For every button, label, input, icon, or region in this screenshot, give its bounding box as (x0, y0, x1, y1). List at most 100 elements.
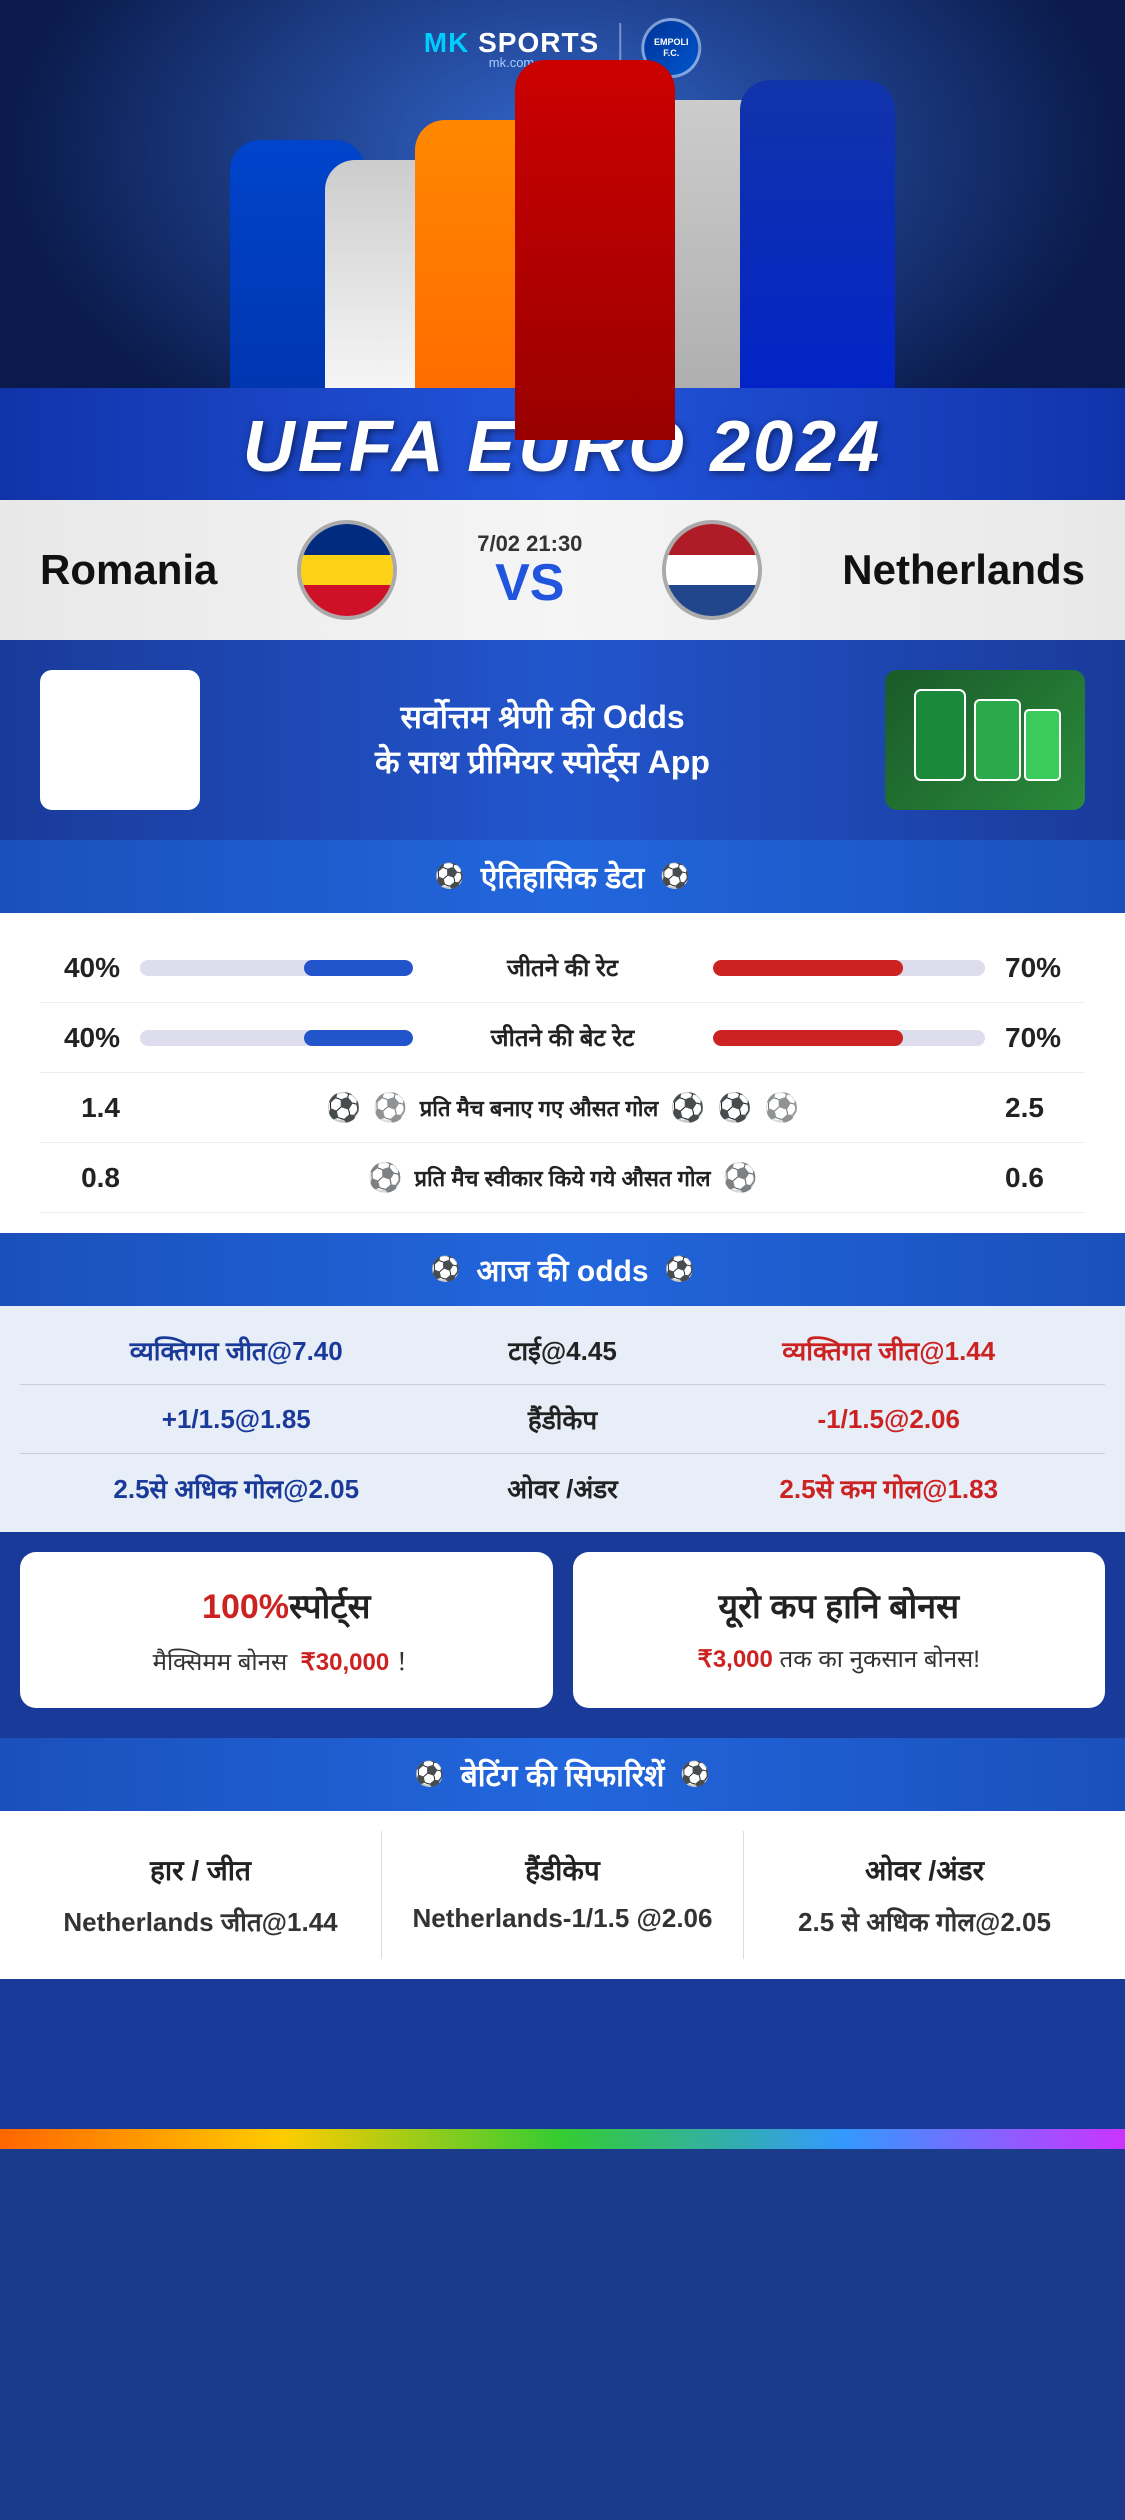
ball-icon-1: ⚽ (326, 1091, 361, 1124)
odds-over-row: 2.5से अधिक गोल@2.05 ओवर /अंडर 2.5से कम ग… (20, 1454, 1105, 1522)
bonus-2-amount: ₹3,000 (698, 1646, 773, 1673)
win-rate-label: जीतने की रेट (433, 951, 693, 984)
soccer-icon-right: ⚽ (660, 862, 690, 891)
concede-ball-icon-2: ⚽ (723, 1161, 758, 1194)
avg-concede-left-val: 0.8 (40, 1162, 120, 1194)
avg-goals-row: 1.4 ⚽ ⚽ प्रति मैच बनाए गए औसत गोल ⚽ ⚽ ⚽ … (40, 1073, 1085, 1143)
mk-logo-text: MK SPORTS (424, 27, 599, 59)
netherlands-stripe-1 (666, 524, 758, 555)
app-promo-section: सर्वोत्तम श्रेणी की Odds के साथ प्रीमियर… (0, 640, 1125, 840)
odds-header: ⚽ आज की odds ⚽ (0, 1233, 1125, 1306)
ball-icon-5: ⚽ (764, 1091, 799, 1124)
promo-text-line2: के साथ प्रीमियर स्पोर्ट्स (375, 744, 639, 780)
win-rate-bar-left-fill (304, 960, 413, 976)
odds-over-right[interactable]: 2.5से कम गोल@1.83 (673, 1470, 1106, 1506)
bet-rate-bar-right-fill (713, 1030, 904, 1046)
team-right-name: Netherlands (842, 546, 1085, 594)
hero-section: MK SPORTS mk.com EMPOLIF.C. UEFA EURO 20… (0, 0, 1125, 500)
app-promo-logo-box (40, 670, 200, 810)
rec-card-1: हार / जीत Netherlands जीत@1.44 (20, 1831, 382, 1959)
promo-text-line1: सर्वोत्तम श्रेणी की (400, 699, 594, 735)
odds-win-row: व्यक्तिगत जीत@7.40 टाई@4.45 व्यक्तिगत जी… (20, 1316, 1105, 1385)
romania-stripe-2 (301, 555, 393, 586)
win-rate-row: 40% जीतने की रेट 70% (40, 933, 1085, 1003)
app-screens-preview (885, 670, 1085, 810)
stats-section: 40% जीतने की रेट 70% 40% जीतने की बेट रे… (0, 913, 1125, 1233)
bonus-1-title: 100%स्पोर्ट्स (40, 1582, 533, 1628)
rec-grid: हार / जीत Netherlands जीत@1.44 हैंडीकेप … (0, 1811, 1125, 1979)
vs-text: VS (477, 557, 582, 609)
rec-card-1-title: हार / जीत (30, 1851, 371, 1889)
bet-rate-row: 40% जीतने की बेट रेट 70% (40, 1003, 1085, 1073)
historical-header: ⚽ ऐतिहासिक डेटा ⚽ (0, 840, 1125, 913)
rec-icon-right: ⚽ (680, 1760, 710, 1789)
bonus-1-amount: ₹30,000 (301, 1649, 390, 1676)
romania-stripe-3 (301, 585, 393, 616)
win-rate-bar-left (140, 960, 413, 976)
avg-concede-right-val: 0.6 (1005, 1162, 1085, 1194)
promo-app-bold: App (648, 744, 710, 780)
bonus-2-title: यूरो कप हानि बोनस (593, 1582, 1086, 1628)
avg-concede-center: ⚽ प्रति मैच स्वीकार किये गये औसत गोल ⚽ (130, 1161, 995, 1194)
historical-title: ऐतिहासिक डेटा (481, 856, 645, 897)
bet-rate-right-val: 70% (1005, 1022, 1085, 1054)
rec-card-2-title: हैंडीकेप (392, 1851, 733, 1889)
bonus-section: 100%स्पोर्ट्स मैक्सिमम बोनस ₹30,000 ！ यू… (0, 1532, 1125, 1738)
avg-concede-row: 0.8 ⚽ प्रति मैच स्वीकार किये गये औसत गोल… (40, 1143, 1085, 1213)
odds-icon-left: ⚽ (431, 1255, 461, 1284)
avg-goals-center: ⚽ ⚽ प्रति मैच बनाए गए औसत गोल ⚽ ⚽ ⚽ (130, 1091, 995, 1124)
odds-over-center: ओवर /अंडर (453, 1470, 673, 1506)
rec-icon-left: ⚽ (415, 1760, 445, 1789)
odds-win-center: टाई@4.45 (453, 1332, 673, 1368)
romania-flag (297, 520, 397, 620)
win-rate-right-val: 70% (1005, 952, 1085, 984)
ball-icon-3: ⚽ (670, 1091, 705, 1124)
netherlands-stripe-2 (666, 555, 758, 586)
bet-rate-bar-left (140, 1030, 413, 1046)
win-rate-left-val: 40% (40, 952, 120, 984)
hero-players (0, 60, 1125, 440)
win-rate-bar-right-fill (713, 960, 904, 976)
rec-card-2-value: Netherlands-1/1.5 @2.06 (392, 1903, 733, 1934)
soccer-icon-left: ⚽ (435, 862, 465, 891)
odds-win-left[interactable]: व्यक्तिगत जीत@7.40 (20, 1332, 453, 1368)
rec-card-3-value: 2.5 से अधिक गोल@2.05 (754, 1903, 1095, 1939)
odds-handicap-left[interactable]: +1/1.5@1.85 (20, 1404, 453, 1435)
romania-stripe-1 (301, 524, 393, 555)
odds-handicap-right[interactable]: -1/1.5@2.06 (673, 1404, 1106, 1435)
bet-rate-label: जीतने की बेट रेट (433, 1021, 693, 1054)
bonus-2-desc: ₹3,000 तक का नुकसान बोनस! (593, 1642, 1086, 1675)
player-3 (515, 60, 675, 440)
bonus-1-desc: मैक्सिमम बोनस ₹30,000 ！ (40, 1642, 533, 1678)
rec-card-2: हैंडीकेप Netherlands-1/1.5 @2.06 (382, 1831, 744, 1959)
odds-grid: व्यक्तिगत जीत@7.40 टाई@4.45 व्यक्तिगत जी… (0, 1306, 1125, 1532)
ball-icon-4: ⚽ (717, 1091, 752, 1124)
rec-header: ⚽ बेटिंग की सिफारिशें ⚽ (0, 1738, 1125, 1811)
avg-concede-label: प्रति मैच स्वीकार किये गये औसत गोल (414, 1163, 710, 1193)
avg-goals-right-val: 2.5 (1005, 1092, 1085, 1124)
ball-icon-2: ⚽ (373, 1091, 408, 1124)
bottom-filler (0, 1979, 1125, 2129)
rec-card-3-title: ओवर /अंडर (754, 1851, 1095, 1889)
avg-goals-label: प्रति मैच बनाए गए औसत गोल (420, 1093, 659, 1123)
match-banner: Romania 7/02 21:30 VS Netherlands (0, 500, 1125, 640)
player-5 (740, 80, 895, 440)
odds-win-right[interactable]: व्यक्तिगत जीत@1.44 (673, 1332, 1106, 1368)
netherlands-flag (662, 520, 762, 620)
bonus-1-sport: स्पोर्ट्स (289, 1588, 370, 1626)
odds-title: आज की odds (476, 1249, 648, 1290)
odds-over-left[interactable]: 2.5से अधिक गोल@2.05 (20, 1470, 453, 1506)
bonus-card-1: 100%स्पोर्ट्स मैक्सिमम बोनस ₹30,000 ！ (20, 1552, 553, 1708)
odds-handicap-center: हैंडीकेप (453, 1401, 673, 1437)
rec-title: बेटिंग की सिफारिशें (461, 1754, 665, 1795)
bonus-1-highlight: 100% (202, 1588, 289, 1626)
win-rate-bar-right (713, 960, 986, 976)
promo-odds-bold: Odds (603, 699, 685, 735)
bet-rate-bar-left-fill (304, 1030, 413, 1046)
bottom-bar (0, 2129, 1125, 2149)
concede-ball-icon-1: ⚽ (368, 1161, 403, 1194)
bonus-card-2: यूरो कप हानि बोनस ₹3,000 तक का नुकसान बो… (573, 1552, 1106, 1708)
team-left-name: Romania (40, 546, 217, 594)
vs-area: 7/02 21:30 VS (477, 531, 582, 609)
rec-card-1-value: Netherlands जीत@1.44 (30, 1903, 371, 1939)
